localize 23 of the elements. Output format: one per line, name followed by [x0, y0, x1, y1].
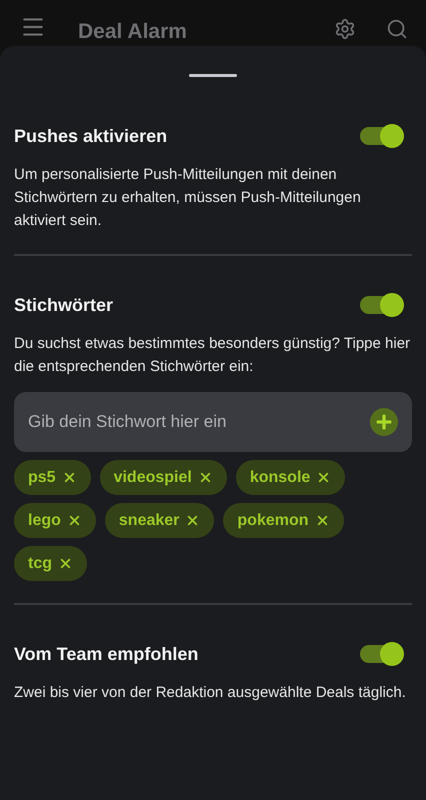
- toggle-switch[interactable]: [360, 296, 402, 314]
- plus-icon: [374, 412, 394, 432]
- app-title: Deal Alarm: [78, 20, 188, 44]
- section-title: Pushes aktivieren: [14, 126, 168, 146]
- keyword-chip[interactable]: videospiel: [100, 460, 227, 495]
- section-title: Stichwörter: [14, 294, 114, 316]
- section-description: Du suchst etwas bestimmtes besonders günstig? Tippe hier die entsprechenden Stichwörter ein:: [14, 334, 412, 377]
- close-icon: [58, 556, 73, 571]
- settings-icon[interactable]: [334, 18, 356, 40]
- keyword-chip[interactable]: sneaker: [104, 503, 214, 538]
- section-description: Zwei bis vier von der Redaktion ausgewählte Deals täglich.: [14, 683, 407, 703]
- keyword-chip[interactable]: pokemon: [223, 503, 344, 538]
- section-title: Vom Team empfohlen: [14, 644, 198, 664]
- toggle-switch[interactable]: [360, 127, 402, 145]
- search-icon[interactable]: [386, 18, 408, 40]
- keyword-chip[interactable]: lego: [14, 503, 96, 538]
- section-description: Um personalisierte Push-Mitteilungen mit deinen Stichwörtern zu erhalten, müssen Push-Mitteilungen aktiviert sein.: [14, 165, 362, 231]
- drag-handle[interactable]: [189, 74, 237, 77]
- keyword-chip[interactable]: tcg: [14, 546, 87, 581]
- keyword-input-field[interactable]: Gib dein Stichwort hier ein: [14, 392, 412, 452]
- keyword-chip[interactable]: konsole: [236, 460, 346, 495]
- toggle-switch[interactable]: [360, 645, 402, 663]
- keyword-chip[interactable]: ps5: [14, 460, 91, 495]
